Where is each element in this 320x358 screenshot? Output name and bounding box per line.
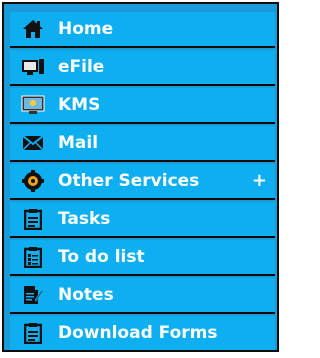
checklist-icon [20,246,46,268]
kms-icon [20,94,46,116]
expand-plus-icon[interactable]: + [252,170,267,191]
menu-item-kms[interactable]: KMS [10,88,275,124]
menu-item-download-forms[interactable]: Download Forms [10,316,275,352]
mail-icon [20,132,46,154]
menu-item-tasks[interactable]: Tasks [10,202,275,238]
menu-item-label: Mail [58,133,99,153]
menu-item-mail[interactable]: Mail [10,126,275,162]
menu-item-label: Tasks [58,209,111,229]
menu-item-home[interactable]: Home [10,12,275,48]
services-icon [20,170,46,192]
sidebar-menu: Home eFile KMS Mail Other Services + Tas… [2,2,279,352]
menu-item-label: To do list [58,247,145,267]
menu-item-notes[interactable]: Notes [10,278,275,314]
menu-item-label: Notes [58,285,114,305]
efile-icon [20,56,46,78]
menu-item-label: Home [58,19,114,39]
menu-item-efile[interactable]: eFile [10,50,275,86]
home-icon [20,18,46,40]
menu-item-label: Download Forms [58,323,218,343]
notes-icon [20,284,46,306]
menu-item-todo-list[interactable]: To do list [10,240,275,276]
clipboard-icon [20,322,46,344]
clipboard-icon [20,208,46,230]
menu-item-label: Other Services [58,171,200,191]
menu-item-label: eFile [58,57,105,77]
menu-item-other-services[interactable]: Other Services + [10,164,275,200]
menu-item-label: KMS [58,95,101,115]
